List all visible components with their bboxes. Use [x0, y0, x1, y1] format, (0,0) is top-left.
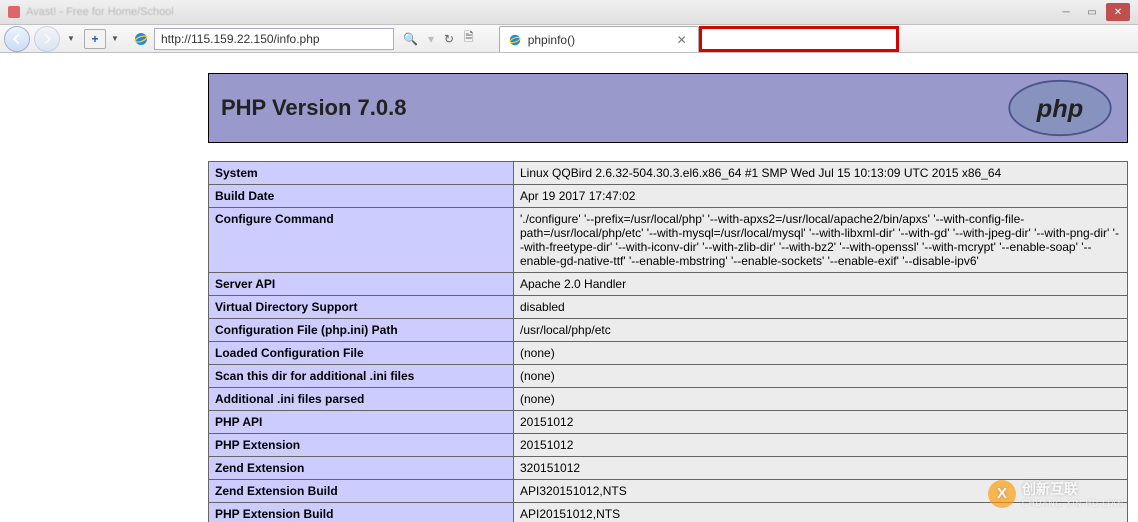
row-key: Server API: [209, 273, 514, 296]
table-row: Configure Command'./configure' '--prefix…: [209, 208, 1128, 273]
close-button[interactable]: ✕: [1106, 3, 1130, 21]
search-icon[interactable]: 🔍: [398, 32, 423, 46]
watermark-logo-icon: X: [988, 480, 1016, 508]
add-tab-button[interactable]: +: [84, 29, 106, 49]
table-row: PHP API20151012: [209, 411, 1128, 434]
table-row: Configuration File (php.ini) Path/usr/lo…: [209, 319, 1128, 342]
row-value: Apr 19 2017 17:47:02: [514, 185, 1128, 208]
tab-phpinfo[interactable]: phpinfo() ✕: [499, 26, 699, 52]
row-value: disabled: [514, 296, 1128, 319]
row-value: /usr/local/php/etc: [514, 319, 1128, 342]
row-value: './configure' '--prefix=/usr/local/php' …: [514, 208, 1128, 273]
row-value: Linux QQBird 2.6.32-504.30.3.el6.x86_64 …: [514, 162, 1128, 185]
php-logo-icon: php: [1005, 79, 1115, 137]
refresh-icon[interactable]: ↻: [439, 32, 459, 46]
highlighted-empty-tab[interactable]: [699, 26, 899, 52]
table-row: PHP Extension20151012: [209, 434, 1128, 457]
window-title-bar: Avast! - Free for Home/School ─ ▭ ✕: [0, 0, 1138, 25]
window-title: Avast! - Free for Home/School: [26, 6, 174, 18]
browser-toolbar: ▼ + ▼ http://115.159.22.150/info.php 🔍 ▾…: [0, 25, 1138, 53]
ie-logo-icon: [132, 30, 150, 48]
row-value: Apache 2.0 Handler: [514, 273, 1128, 296]
phpinfo-header: PHP Version 7.0.8 php: [208, 73, 1128, 143]
row-key: Zend Extension: [209, 457, 514, 480]
table-row: Server APIApache 2.0 Handler: [209, 273, 1128, 296]
watermark-sub: CHUANG XIN HU LIAN: [1022, 499, 1124, 508]
row-value: (none): [514, 342, 1128, 365]
table-row: Loaded Configuration File(none): [209, 342, 1128, 365]
phpinfo-table: SystemLinux QQBird 2.6.32-504.30.3.el6.x…: [208, 161, 1128, 522]
table-row: Additional .ini files parsed(none): [209, 388, 1128, 411]
watermark: X 创新互联 CHUANG XIN HU LIAN: [988, 479, 1124, 508]
page-title: PHP Version 7.0.8: [221, 95, 406, 121]
row-key: System: [209, 162, 514, 185]
row-key: Configure Command: [209, 208, 514, 273]
phpinfo-content: PHP Version 7.0.8 php SystemLinux QQBird…: [208, 73, 1128, 522]
table-row: Scan this dir for additional .ini files(…: [209, 365, 1128, 388]
url-text: http://115.159.22.150/info.php: [161, 32, 320, 46]
row-key: Zend Extension Build: [209, 480, 514, 503]
row-key: Configuration File (php.ini) Path: [209, 319, 514, 342]
minimize-button[interactable]: ─: [1054, 3, 1078, 21]
row-value: 320151012: [514, 457, 1128, 480]
row-key: Scan this dir for additional .ini files: [209, 365, 514, 388]
compat-icon[interactable]: 🗎: [459, 28, 479, 49]
forward-button[interactable]: [34, 26, 60, 52]
row-key: PHP API: [209, 411, 514, 434]
address-actions: 🔍 ▾ ↻ 🗎: [398, 28, 479, 49]
tab-bar: phpinfo() ✕: [499, 25, 899, 52]
maximize-button[interactable]: ▭: [1080, 3, 1104, 21]
app-icon: [8, 6, 20, 18]
table-row: Build DateApr 19 2017 17:47:02: [209, 185, 1128, 208]
row-key: Build Date: [209, 185, 514, 208]
row-key: PHP Extension Build: [209, 503, 514, 522]
row-value: (none): [514, 365, 1128, 388]
row-key: PHP Extension: [209, 434, 514, 457]
row-value: 20151012: [514, 411, 1128, 434]
separator-icon: ▾: [423, 32, 439, 46]
ie-logo-icon: [508, 33, 522, 47]
table-row: Virtual Directory Supportdisabled: [209, 296, 1128, 319]
page-viewport: PHP Version 7.0.8 php SystemLinux QQBird…: [0, 53, 1138, 522]
row-value: 20151012: [514, 434, 1128, 457]
watermark-brand: 创新互联: [1022, 481, 1078, 497]
close-tab-icon[interactable]: ✕: [674, 33, 690, 47]
nav-dropdown-icon[interactable]: ▼: [64, 29, 78, 49]
svg-text:php: php: [1036, 95, 1083, 123]
add-dropdown-icon[interactable]: ▼: [108, 29, 122, 49]
row-value: (none): [514, 388, 1128, 411]
table-row: Zend Extension320151012: [209, 457, 1128, 480]
row-key: Virtual Directory Support: [209, 296, 514, 319]
back-button[interactable]: [4, 26, 30, 52]
address-bar[interactable]: http://115.159.22.150/info.php: [154, 28, 394, 50]
row-key: Loaded Configuration File: [209, 342, 514, 365]
table-row: SystemLinux QQBird 2.6.32-504.30.3.el6.x…: [209, 162, 1128, 185]
row-key: Additional .ini files parsed: [209, 388, 514, 411]
tab-label: phpinfo(): [528, 33, 575, 47]
